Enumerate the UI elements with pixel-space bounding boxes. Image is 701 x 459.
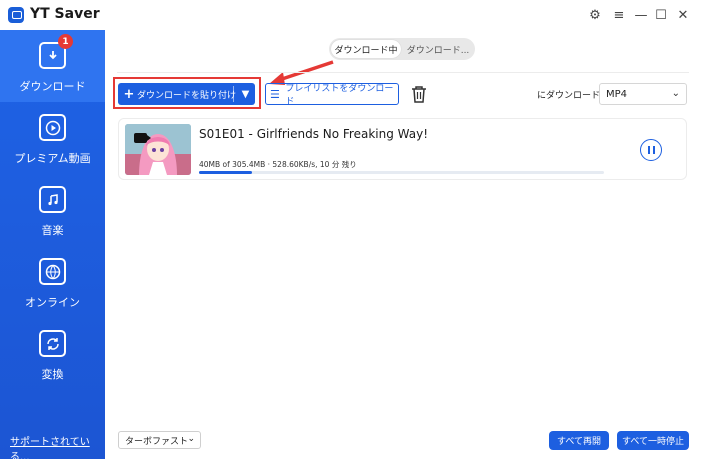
chevron-down-icon: ⌄ xyxy=(187,434,195,444)
sidebar-item-label: オンライン xyxy=(25,296,80,309)
chevron-down-icon[interactable]: ▼ xyxy=(236,83,255,105)
close-icon[interactable]: ✕ xyxy=(674,6,692,24)
pause-button[interactable] xyxy=(640,139,662,161)
progress-bar xyxy=(199,171,604,174)
support-link[interactable]: サポートされている... xyxy=(10,433,105,459)
app-logo-icon xyxy=(8,7,24,23)
paste-download-label: ダウンロードを貼り付け xyxy=(137,90,237,101)
hamburger-icon[interactable]: ≡ xyxy=(610,6,628,24)
sidebar-item-label: 変換 xyxy=(41,368,64,381)
minimize-icon[interactable]: — xyxy=(632,6,650,24)
plus-icon: + xyxy=(123,86,135,102)
sidebar-item-label: 音楽 xyxy=(41,224,64,237)
app-window: YT Saver ⚙ ≡ — ☐ ✕ 1 ダウンロード プレミアム動画 音楽 オ… xyxy=(0,0,701,459)
convert-icon xyxy=(39,330,66,357)
tab-downloaded[interactable]: ダウンロード... xyxy=(403,40,473,58)
sidebar-item-music[interactable]: 音楽 xyxy=(0,174,105,246)
divider xyxy=(117,72,689,73)
resume-all-button[interactable]: すべて再開 xyxy=(549,431,609,450)
gear-icon[interactable]: ⚙ xyxy=(586,6,604,24)
title-bar: YT Saver ⚙ ≡ — ☐ ✕ xyxy=(0,0,701,30)
progress-bar-fill xyxy=(199,171,252,174)
notification-badge: 1 xyxy=(58,34,73,49)
pause-all-button[interactable]: すべて一時停止 xyxy=(617,431,689,450)
video-camera-icon xyxy=(134,133,151,143)
sidebar-item-premium[interactable]: プレミアム動画 xyxy=(0,102,105,174)
maximize-icon[interactable]: ☐ xyxy=(652,6,670,24)
chevron-down-icon: ⌄ xyxy=(671,88,680,99)
format-prefix-label: にダウンロード xyxy=(537,91,601,101)
sidebar-item-download[interactable]: 1 ダウンロード xyxy=(0,30,105,102)
video-thumbnail xyxy=(125,124,191,175)
turbo-speed-value: ターボファスト xyxy=(125,436,189,447)
sidebar-item-label: プレミアム動画 xyxy=(14,152,91,165)
globe-icon xyxy=(39,258,66,285)
trash-icon[interactable] xyxy=(410,84,428,104)
download-progress-text: 40MB of 305.4MB · 528.60KB/s, 10 分 残り xyxy=(199,160,357,169)
tab-downloading[interactable]: ダウンロード中 xyxy=(331,40,401,58)
download-tabs: ダウンロード中 ダウンロード... xyxy=(329,38,475,60)
sidebar: 1 ダウンロード プレミアム動画 音楽 オンライン 変換 サポートされている..… xyxy=(0,30,105,459)
download-item: S01E01 - Girlfriends No Freaking Way! 40… xyxy=(118,118,687,180)
sidebar-item-online[interactable]: オンライン xyxy=(0,246,105,318)
button-separator xyxy=(233,86,234,102)
turbo-speed-select[interactable]: ターボファスト ⌄ xyxy=(118,431,201,449)
sidebar-item-label: ダウンロード xyxy=(19,80,86,93)
app-title: YT Saver xyxy=(30,6,100,22)
format-value: MP4 xyxy=(606,88,628,100)
list-icon: ☰ xyxy=(270,87,280,101)
play-icon xyxy=(39,114,66,141)
download-playlist-button[interactable]: ☰ プレイリストをダウンロード xyxy=(265,83,399,107)
download-title: S01E01 - Girlfriends No Freaking Way! xyxy=(199,127,429,141)
download-playlist-label: プレイリストをダウンロード xyxy=(285,84,394,107)
format-select[interactable]: MP4 ⌄ xyxy=(599,83,687,105)
main-panel: ダウンロード中 ダウンロード... + ダウンロードを貼り付け ▼ ☰ プレイリ… xyxy=(105,30,701,459)
music-icon xyxy=(39,186,66,213)
paste-download-button[interactable]: + ダウンロードを貼り付け ▼ xyxy=(118,83,255,105)
sidebar-item-convert[interactable]: 変換 xyxy=(0,318,105,390)
